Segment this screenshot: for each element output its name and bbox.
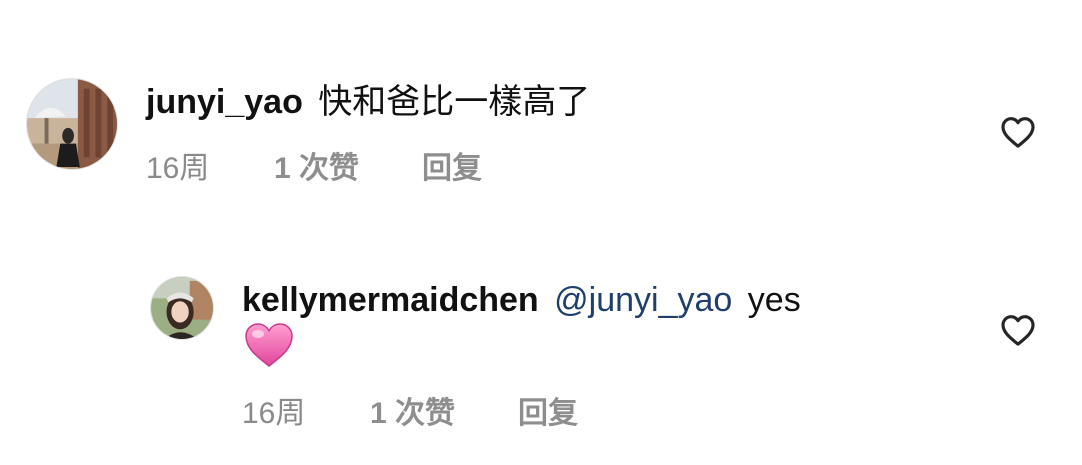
reply-comment-item: kellymermaidchen @junyi_yao yes 16周 1 次赞…: [0, 240, 1082, 465]
comment-text: 快和爸比一樣高了: [318, 83, 591, 121]
comment-meta: 16周 1 次赞 回复: [242, 396, 642, 432]
avatar-photo: [27, 79, 117, 169]
heart-outline-icon[interactable]: [998, 112, 1038, 152]
avatar-photo: [151, 277, 213, 339]
reply-button[interactable]: 回复: [518, 396, 578, 432]
comment-text-line: junyi_yao 快和爸比一樣高了: [146, 82, 590, 122]
comment-text: yes: [747, 281, 801, 319]
comment-text-line: kellymermaidchen @junyi_yao yes: [242, 280, 801, 320]
heart-outline-icon[interactable]: [998, 310, 1038, 350]
reply-button[interactable]: 回复: [422, 151, 482, 187]
avatar[interactable]: [150, 276, 214, 340]
pink-heart-emoji: [244, 322, 294, 368]
comment-likes-count[interactable]: 1 次赞: [370, 396, 455, 432]
comment-time: 16周: [146, 152, 210, 185]
avatar[interactable]: [26, 78, 118, 170]
mention-link[interactable]: @junyi_yao: [554, 281, 732, 319]
comment-meta: 16周 1 次赞 回复: [146, 151, 546, 187]
comment-time: 16周: [242, 397, 306, 430]
comment-likes-count[interactable]: 1 次赞: [274, 151, 359, 187]
comment-item: junyi_yao 快和爸比一樣高了 16周 1 次赞 回复: [0, 0, 1082, 200]
comment-username[interactable]: kellymermaidchen: [242, 281, 539, 319]
comment-username[interactable]: junyi_yao: [146, 83, 303, 121]
